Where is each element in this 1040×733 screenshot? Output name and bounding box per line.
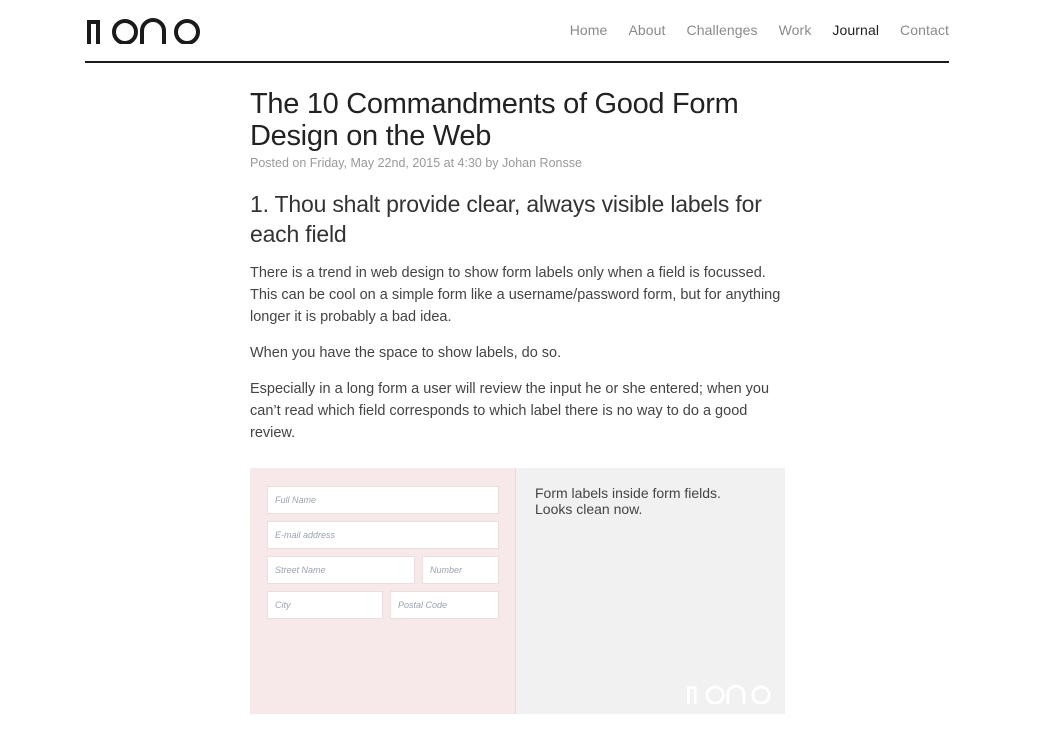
caption-line: Looks clean now.	[535, 501, 643, 517]
article-meta: Posted on Friday, May 22nd, 2015 at 4:30…	[250, 156, 582, 170]
postal-code-field: Postal Code	[390, 591, 499, 619]
figure-caption: Form labels inside form fields. Looks cl…	[535, 485, 721, 517]
number-field: Number	[422, 556, 499, 584]
caption-panel: Form labels inside form fields. Looks cl…	[516, 468, 785, 714]
paragraph: When you have the space to show labels, …	[250, 345, 562, 361]
nav-journal[interactable]: Journal	[832, 22, 879, 38]
full-name-field: Full Name	[267, 486, 499, 514]
caption-line: Form labels inside form fields.	[535, 485, 721, 501]
nav-home[interactable]: Home	[570, 22, 608, 38]
street-field: Street Name	[267, 556, 415, 584]
nav-contact[interactable]: Contact	[900, 22, 949, 38]
form-mockup-panel: Full Name E-mail address Street Name Num…	[250, 468, 516, 714]
nav-work[interactable]: Work	[779, 22, 812, 38]
article-title: The 10 Commandments of Good Form Design …	[250, 88, 739, 152]
nav-about[interactable]: About	[628, 22, 665, 38]
mono-logo[interactable]	[87, 17, 203, 45]
city-field: City	[267, 591, 383, 619]
site-header: Home About Challenges Work Journal Conta…	[85, 0, 949, 63]
mono-watermark-icon	[687, 684, 771, 704]
logo-icon	[87, 18, 200, 45]
main-nav: Home About Challenges Work Journal Conta…	[549, 22, 949, 38]
form-example-figure: Full Name E-mail address Street Name Num…	[250, 468, 785, 714]
section-heading: 1. Thou shalt provide clear, always visi…	[250, 191, 762, 247]
journal-article: The 10 Commandments of Good Form Design …	[250, 88, 790, 444]
paragraph: Especially in a long form a user will re…	[250, 381, 770, 441]
email-field: E-mail address	[267, 521, 499, 549]
nav-challenges[interactable]: Challenges	[687, 22, 758, 38]
paragraph: There is a trend in web design to show f…	[250, 265, 781, 325]
